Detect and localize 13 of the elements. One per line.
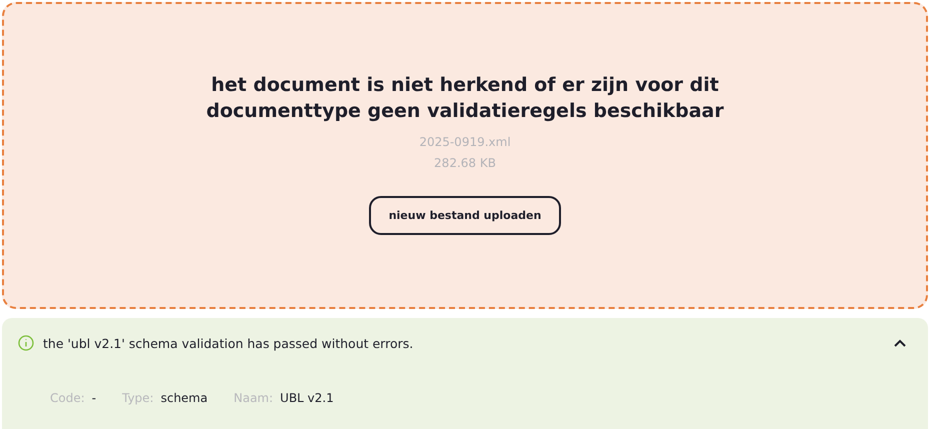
detail-label: Code:	[50, 391, 85, 405]
upload-button[interactable]: nieuw bestand uploaden	[368, 196, 562, 235]
detail-value: schema	[160, 391, 208, 405]
result-title: het document is niet herkend of er zijn voor dit documenttype geen validatieregels beschikbaar	[205, 73, 725, 124]
info-icon	[18, 335, 34, 351]
validation-message: the 'ubl v2.1' schema validation has passed without errors.	[43, 336, 414, 350]
chevron-up-icon[interactable]	[894, 339, 906, 347]
detail-value: UBL v2.1	[280, 391, 334, 405]
detail-value: -	[92, 391, 96, 405]
detail-label: Naam:	[234, 391, 274, 405]
file-size: 282.68 KB	[434, 155, 496, 172]
detail-label: Type:	[122, 391, 154, 405]
file-name: 2025-0919.xml	[419, 134, 511, 151]
